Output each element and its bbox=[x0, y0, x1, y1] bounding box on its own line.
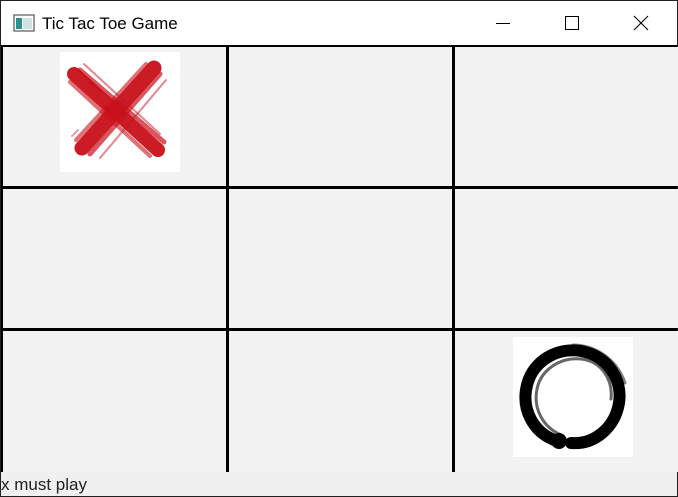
minimize-icon bbox=[495, 15, 511, 31]
maximize-icon bbox=[564, 15, 580, 31]
board-cell-r3-c1[interactable] bbox=[3, 331, 226, 472]
board-cell-r1-c2[interactable] bbox=[229, 47, 452, 186]
o-mark-icon bbox=[513, 337, 633, 457]
game-board bbox=[1, 45, 678, 472]
board-cell-r3-c3[interactable] bbox=[455, 331, 678, 472]
close-button[interactable] bbox=[618, 1, 664, 45]
window-app-icon bbox=[13, 14, 35, 32]
board-cell-r1-c3[interactable] bbox=[455, 47, 678, 186]
status-bar: x must play bbox=[1, 472, 677, 496]
game-window: Tic Tac Toe Game x must play bbox=[0, 0, 678, 497]
title-bar[interactable]: Tic Tac Toe Game bbox=[1, 1, 677, 45]
board-cell-r3-c2[interactable] bbox=[229, 331, 452, 472]
window-title: Tic Tac Toe Game bbox=[42, 14, 178, 33]
board-cell-r2-c2[interactable] bbox=[229, 189, 452, 328]
board-cell-r1-c1[interactable] bbox=[3, 47, 226, 186]
close-icon bbox=[632, 14, 650, 32]
status-message: x must play bbox=[1, 475, 87, 494]
board-cell-r2-c3[interactable] bbox=[455, 189, 678, 328]
maximize-button[interactable] bbox=[549, 1, 595, 45]
board-cell-r2-c1[interactable] bbox=[3, 189, 226, 328]
minimize-button[interactable] bbox=[480, 1, 526, 45]
x-mark-icon bbox=[60, 52, 180, 172]
